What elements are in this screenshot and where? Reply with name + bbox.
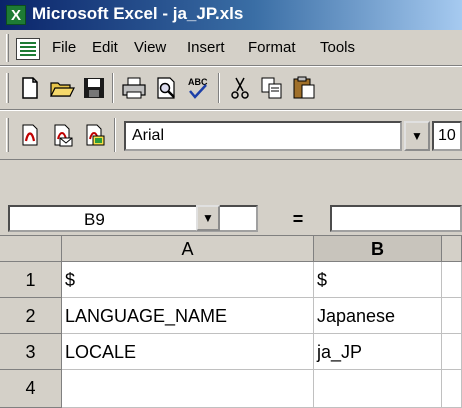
font-name-dropdown-icon[interactable]: ▼	[404, 121, 430, 151]
toolbar-separator	[114, 118, 116, 152]
window-title: Microsoft Excel - ja_JP.xls	[32, 4, 244, 23]
print-preview-icon[interactable]	[152, 74, 180, 102]
toolbar-grip[interactable]	[6, 118, 9, 152]
font-name-value: Arial	[132, 127, 165, 144]
menu-tools[interactable]: Tools	[320, 39, 355, 56]
menu-format[interactable]: Format	[248, 39, 296, 56]
column-header-c[interactable]	[442, 236, 462, 262]
cell-a3[interactable]: LOCALE	[62, 334, 314, 370]
standard-toolbar: ABC	[0, 66, 462, 110]
cell-b1[interactable]: $	[314, 262, 442, 298]
cell-c1[interactable]	[442, 262, 462, 298]
cell-c3[interactable]	[442, 334, 462, 370]
font-name-select[interactable]: Arial	[124, 121, 402, 151]
cell-a2[interactable]: LANGUAGE_NAME	[62, 298, 314, 334]
name-box-value: B9	[84, 210, 105, 229]
formatting-toolbar: Arial ▼ 10	[0, 110, 462, 160]
copy-icon[interactable]	[258, 74, 286, 102]
column-header-a[interactable]: A	[62, 236, 314, 262]
menu-bar: File Edit View Insert Format Tools	[0, 30, 462, 66]
print-icon[interactable]	[120, 74, 148, 102]
cell-a4[interactable]	[62, 370, 314, 408]
cut-icon[interactable]	[226, 74, 254, 102]
pdf-review-icon[interactable]	[80, 121, 108, 149]
toolbar-grip[interactable]	[6, 73, 9, 103]
title-bar[interactable]: X Microsoft Excel - ja_JP.xls	[0, 0, 462, 30]
row-header[interactable]: 2	[0, 298, 62, 334]
row-header[interactable]: 1	[0, 262, 62, 298]
save-icon[interactable]	[80, 74, 108, 102]
cell-b3[interactable]: ja_JP	[314, 334, 442, 370]
cell-c4[interactable]	[442, 370, 462, 408]
name-box-dropdown-icon[interactable]: ▼	[196, 205, 220, 231]
row-header[interactable]: 3	[0, 334, 62, 370]
spelling-icon[interactable]: ABC	[184, 74, 212, 102]
cell-c2[interactable]	[442, 298, 462, 334]
column-header-b[interactable]: B	[314, 236, 442, 262]
cell-b2[interactable]: Japanese	[314, 298, 442, 334]
edit-formula-button[interactable]: =	[270, 206, 326, 232]
menu-file[interactable]: File	[52, 39, 76, 56]
open-icon[interactable]	[48, 74, 76, 102]
formula-input[interactable]	[330, 205, 462, 232]
name-box[interactable]: B9	[8, 205, 258, 232]
menu-insert[interactable]: Insert	[187, 39, 225, 56]
toolbar-grip[interactable]	[6, 34, 9, 62]
paste-icon[interactable]	[290, 74, 318, 102]
workbook-icon[interactable]	[16, 38, 40, 60]
worksheet-grid: A B 1 $ $ 2 LANGUAGE_NAME Japanese 3 LOC…	[0, 236, 462, 408]
convert-to-pdf-email-icon[interactable]	[48, 121, 76, 149]
cell-a1[interactable]: $	[62, 262, 314, 298]
menu-edit[interactable]: Edit	[92, 39, 118, 56]
font-size-value: 10	[438, 127, 456, 144]
cell-b4[interactable]	[314, 370, 442, 408]
menu-view[interactable]: View	[134, 39, 166, 56]
toolbar-separator	[112, 73, 114, 103]
font-size-select[interactable]: 10	[432, 121, 462, 151]
excel-icon[interactable]: X	[6, 5, 26, 25]
formula-bar: B9 ▼ =	[0, 202, 462, 236]
row-header[interactable]: 4	[0, 370, 62, 408]
toolbar-separator	[218, 73, 220, 103]
convert-to-pdf-icon[interactable]	[16, 121, 44, 149]
select-all-corner[interactable]	[0, 236, 62, 262]
new-icon[interactable]	[16, 74, 44, 102]
